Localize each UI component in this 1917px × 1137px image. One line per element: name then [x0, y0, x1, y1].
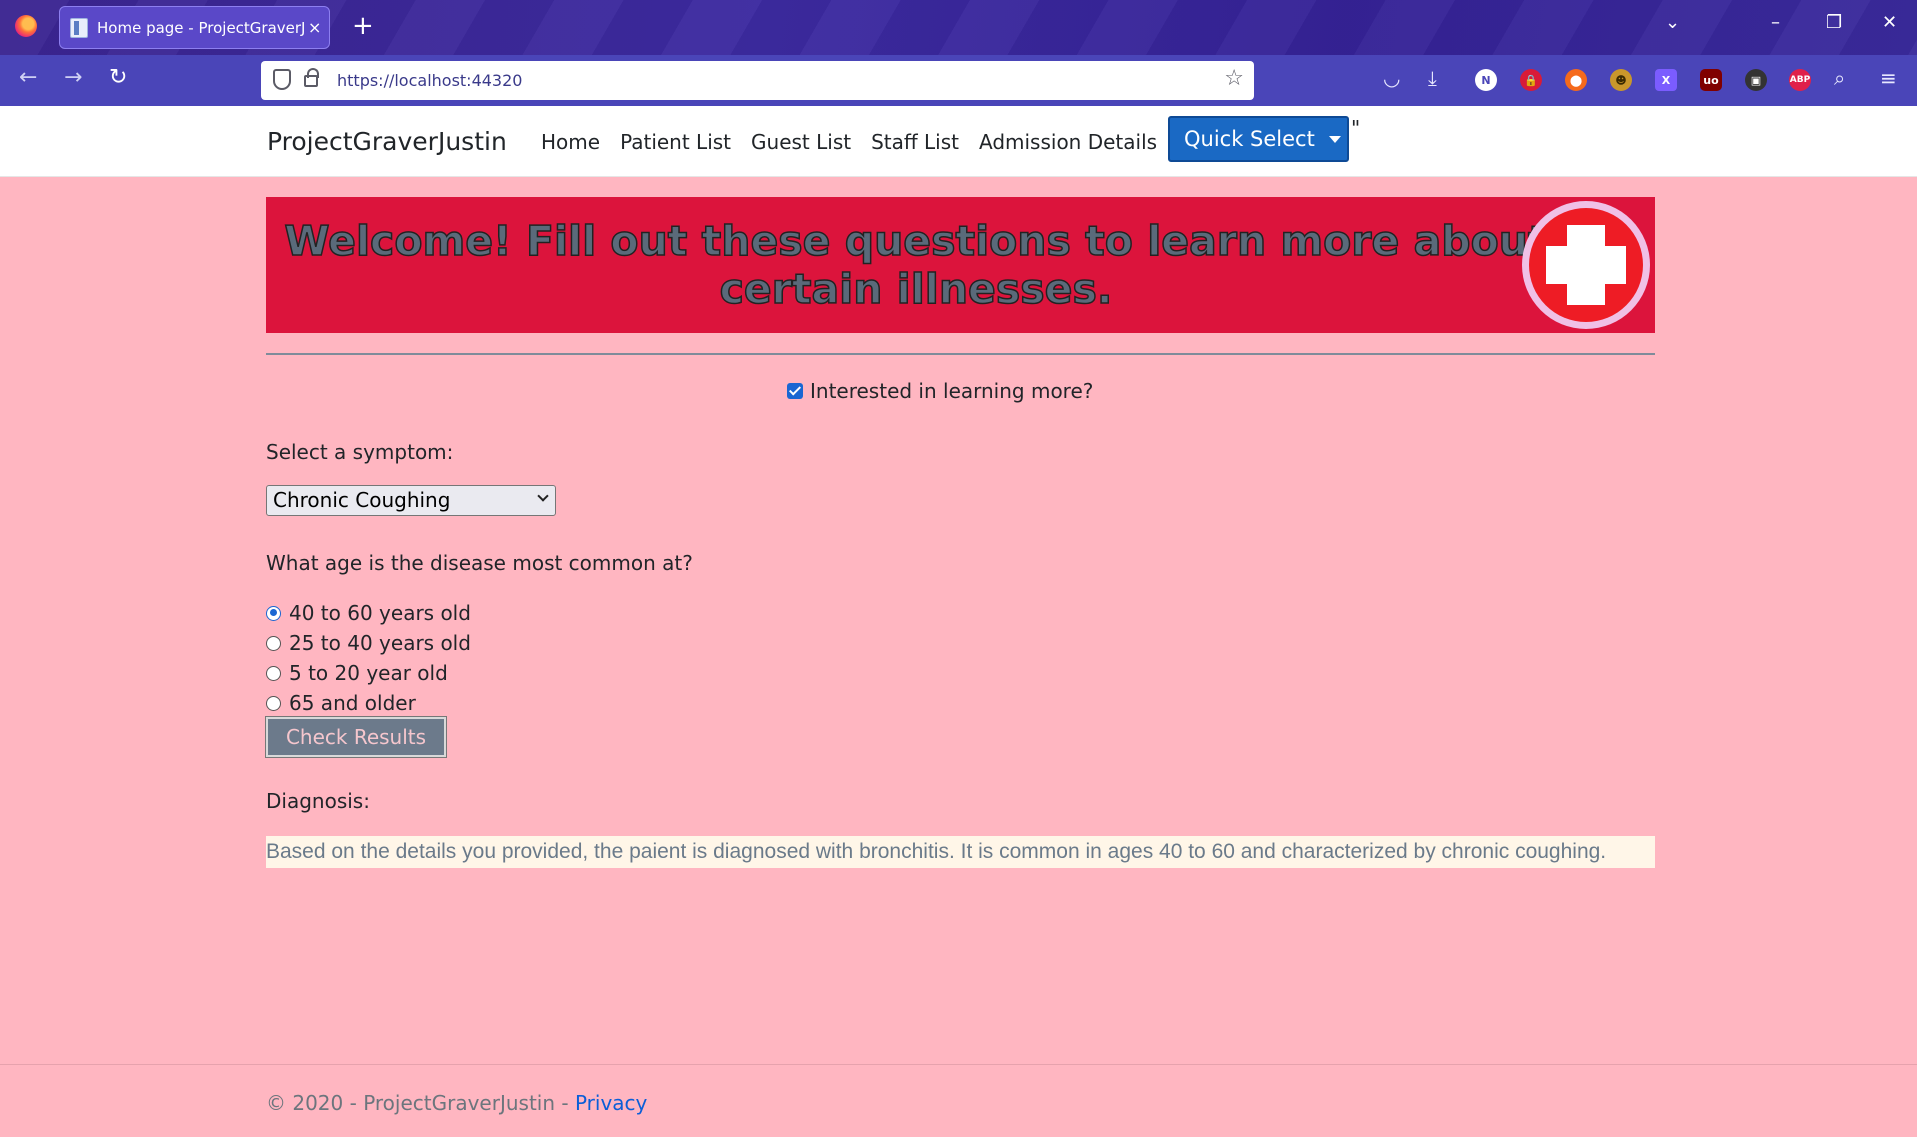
forward-icon[interactable]: → [64, 65, 82, 90]
age-option[interactable]: 40 to 60 years old [266, 598, 471, 628]
site-navbar: ProjectGraverJustin Home Patient List Gu… [0, 106, 1917, 177]
quick-select-dropdown[interactable]: Quick Select [1168, 116, 1349, 162]
radio-button[interactable] [266, 665, 281, 681]
radio-button[interactable] [266, 635, 281, 651]
nav-link-guest-list[interactable]: Guest List [751, 130, 851, 154]
nav-link-home[interactable]: Home [541, 130, 600, 154]
extension-dark-icon[interactable]: ▣ [1745, 69, 1767, 91]
back-icon[interactable]: ← [19, 65, 37, 90]
restore-button[interactable]: ❐ [1826, 12, 1842, 33]
downloads-icon[interactable]: ⤓ [1428, 66, 1437, 90]
medical-cross-icon [1522, 201, 1650, 329]
age-option-label: 5 to 20 year old [289, 661, 448, 685]
reload-icon[interactable]: ↻ [109, 65, 127, 90]
extension-lock-icon[interactable]: 🔒 [1520, 69, 1542, 91]
divider [266, 353, 1655, 355]
caret-down-icon [1328, 135, 1341, 143]
firefox-icon[interactable] [15, 15, 37, 37]
interest-label: Interested in learning more? [810, 379, 1094, 403]
site-brand[interactable]: ProjectGraverJustin [267, 127, 507, 156]
nav-links: Home Patient List Guest List Staff List … [541, 130, 1157, 154]
page-favicon-icon [70, 17, 88, 38]
extension-x-icon[interactable]: X [1655, 69, 1677, 91]
extension-duckduckgo-icon[interactable]: ⬤ [1565, 69, 1587, 91]
menu-icon[interactable]: ≡ [1880, 66, 1897, 90]
lock-icon[interactable] [304, 68, 319, 87]
close-window-button[interactable]: ✕ [1882, 12, 1897, 33]
tab-title: Home page - ProjectGraverJustin [97, 18, 305, 37]
symptom-label: Select a symptom: [266, 440, 454, 464]
extension-ublock-icon[interactable]: uo [1700, 69, 1722, 91]
age-option-label: 25 to 40 years old [289, 631, 471, 655]
extension-monkey-icon[interactable]: ☻ [1610, 69, 1632, 91]
chevron-down-icon [537, 490, 549, 502]
age-question: What age is the disease most common at? [266, 551, 693, 575]
footer: © 2020 - ProjectGraverJustin - Privacy [266, 1091, 647, 1115]
tab-close-icon[interactable]: × [308, 18, 321, 37]
new-tab-button[interactable]: + [352, 12, 374, 40]
banner-heading: Welcome! Fill out these questions to lea… [284, 216, 1549, 314]
quick-select-label: Quick Select [1184, 127, 1315, 151]
bookmark-star-icon[interactable]: ☆ [1224, 66, 1244, 91]
pocket-icon[interactable]: ◡ [1383, 66, 1400, 90]
age-option-label: 65 and older [289, 691, 416, 715]
minimize-button[interactable]: – [1771, 12, 1780, 33]
symptom-select[interactable]: Chronic Coughing [266, 485, 556, 516]
stray-quote-mark: " [1351, 116, 1361, 140]
reader-view-icon[interactable]: ⌕ [1834, 66, 1845, 90]
interest-checkbox-row[interactable]: Interested in learning more? [787, 379, 1093, 403]
age-option[interactable]: 5 to 20 year old [266, 658, 471, 688]
interest-checkbox[interactable] [787, 383, 803, 399]
extension-adblock-icon[interactable]: ABP [1789, 69, 1811, 91]
age-option[interactable]: 25 to 40 years old [266, 628, 471, 658]
tracking-protection-icon[interactable] [273, 69, 291, 90]
welcome-banner: Welcome! Fill out these questions to lea… [266, 197, 1655, 333]
footer-copyright: © 2020 - ProjectGraverJustin - [266, 1091, 575, 1115]
footer-divider [0, 1064, 1917, 1065]
address-bar[interactable]: https://localhost:44320 ☆ [261, 61, 1254, 100]
age-option-label: 40 to 60 years old [289, 601, 471, 625]
url-text[interactable]: https://localhost:44320 [337, 71, 522, 90]
age-radio-group: 40 to 60 years old 25 to 40 years old 5 … [266, 598, 471, 718]
diagnosis-result: Based on the details you provided, the p… [266, 836, 1655, 868]
nav-link-admission-details[interactable]: Admission Details [979, 130, 1157, 154]
extension-n-icon[interactable]: N [1475, 69, 1497, 91]
list-all-tabs-icon[interactable]: ⌄ [1665, 12, 1680, 33]
radio-button-selected[interactable] [266, 605, 281, 621]
age-option[interactable]: 65 and older [266, 688, 471, 718]
symptom-select-value: Chronic Coughing [273, 488, 451, 512]
nav-link-patient-list[interactable]: Patient List [620, 130, 731, 154]
radio-button[interactable] [266, 695, 281, 711]
privacy-link[interactable]: Privacy [575, 1091, 647, 1115]
browser-tab-bar: Home page - ProjectGraverJustin × + ⌄ – … [0, 0, 1917, 55]
nav-link-staff-list[interactable]: Staff List [871, 130, 959, 154]
check-results-button[interactable]: Check Results [265, 716, 447, 758]
browser-tab[interactable]: Home page - ProjectGraverJustin × [59, 6, 330, 49]
diagnosis-label: Diagnosis: [266, 789, 370, 813]
